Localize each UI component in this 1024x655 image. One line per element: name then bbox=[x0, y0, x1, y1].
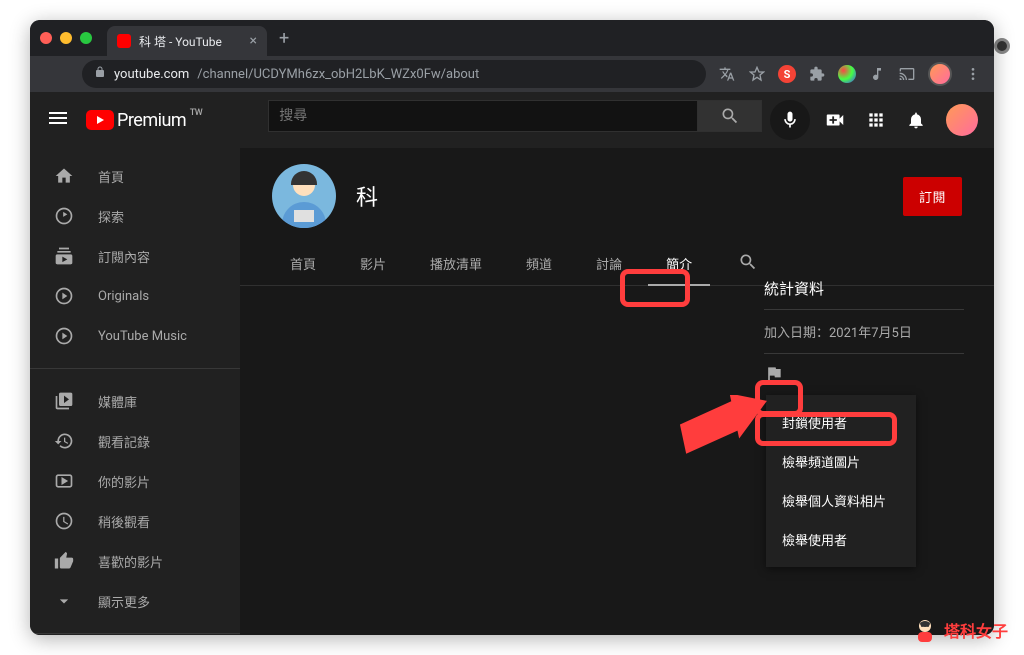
tab-discussion[interactable]: 討論 bbox=[578, 242, 640, 285]
youtube-play-icon bbox=[86, 110, 114, 130]
sidebar-item-library[interactable]: 媒體庫 bbox=[30, 381, 240, 421]
cast-icon[interactable] bbox=[898, 65, 916, 83]
channel-header: 科 訂閱 bbox=[240, 148, 994, 228]
apps-button[interactable] bbox=[866, 110, 886, 130]
youtube-logo[interactable]: Premium TW bbox=[86, 110, 186, 131]
window-controls bbox=[40, 32, 92, 44]
sidebar-item-label: YouTube Music bbox=[98, 329, 187, 344]
sidebar-item-home[interactable]: 首頁 bbox=[30, 156, 240, 196]
tab-close-button[interactable]: × bbox=[250, 33, 257, 49]
extension-puzzle-icon[interactable] bbox=[808, 65, 826, 83]
search-button[interactable] bbox=[698, 100, 762, 132]
window-close-button[interactable] bbox=[40, 32, 52, 44]
tab-home[interactable]: 首頁 bbox=[272, 242, 334, 285]
menu-report-channel-art[interactable]: 檢舉頻道圖片 bbox=[766, 442, 916, 481]
window-maximize-button[interactable] bbox=[80, 32, 92, 44]
stats-title: 統計資料 bbox=[764, 278, 964, 310]
browser-window: 科 塔 - YouTube × + youtube.com/channel/UC… bbox=[30, 20, 994, 635]
sidebar-item-your-videos[interactable]: 你的影片 bbox=[30, 461, 240, 501]
sidebar-item-label: 媒體庫 bbox=[98, 392, 137, 411]
create-button[interactable] bbox=[824, 109, 846, 131]
sidebar-item-label: 探索 bbox=[98, 207, 124, 226]
menu-report-user[interactable]: 檢舉使用者 bbox=[766, 520, 916, 559]
flag-button[interactable] bbox=[764, 354, 964, 398]
channel-content: 科 訂閱 首頁 影片 播放清單 頻道 討論 簡介 統計資料 加入日期：2021年… bbox=[240, 148, 994, 635]
tab-channels[interactable]: 頻道 bbox=[508, 242, 570, 285]
browser-profile-avatar[interactable] bbox=[928, 62, 952, 86]
sidebar-item-label: 你的影片 bbox=[98, 472, 150, 491]
tab-favicon bbox=[117, 34, 131, 48]
translate-icon[interactable] bbox=[718, 65, 736, 83]
flag-menu: 封鎖使用者 檢舉頻道圖片 檢舉個人資料相片 檢舉使用者 bbox=[766, 395, 916, 567]
sidebar-item-history[interactable]: 觀看記錄 bbox=[30, 421, 240, 461]
sidebar-item-label: 訂閱內容 bbox=[98, 247, 150, 266]
sidebar-item-show-more[interactable]: 顯示更多 bbox=[30, 581, 240, 621]
region-code: TW bbox=[190, 108, 202, 118]
watermark-icon bbox=[912, 617, 938, 643]
sidebar-item-label: Originals bbox=[98, 289, 149, 304]
menu-block-user[interactable]: 封鎖使用者 bbox=[766, 403, 916, 442]
browser-tab-bar: 科 塔 - YouTube × + bbox=[30, 20, 994, 56]
sidebar-item-label: 首頁 bbox=[98, 167, 124, 186]
channel-name: 科 bbox=[356, 180, 378, 212]
url-path: /channel/UCDYMh6zx_obH2LbK_WZx0Fw/about bbox=[197, 67, 479, 82]
channel-search-icon[interactable] bbox=[730, 244, 766, 284]
stats-join-date: 加入日期：2021年7月5日 bbox=[764, 310, 964, 354]
search-input[interactable] bbox=[268, 100, 698, 132]
browser-toolbar: youtube.com/channel/UCDYMh6zx_obH2LbK_WZ… bbox=[30, 56, 994, 92]
url-host: youtube.com bbox=[114, 67, 189, 82]
sidebar: 首頁 探索 訂閱內容 Originals YouTube Music 媒體庫 bbox=[30, 148, 240, 635]
new-tab-button[interactable]: + bbox=[279, 28, 289, 49]
voice-search-button[interactable] bbox=[770, 100, 810, 140]
notifications-button[interactable] bbox=[906, 110, 926, 130]
lock-icon bbox=[94, 66, 106, 82]
sidebar-item-label: 稍後觀看 bbox=[98, 512, 150, 531]
sidebar-item-explore[interactable]: 探索 bbox=[30, 196, 240, 236]
logo-text: Premium bbox=[117, 110, 186, 131]
sidebar-item-subscriptions[interactable]: 訂閱內容 bbox=[30, 236, 240, 276]
extension-color[interactable] bbox=[838, 65, 856, 83]
sidebar-item-music[interactable]: YouTube Music bbox=[30, 316, 240, 356]
watermark-text: 塔科女子 bbox=[944, 618, 1008, 642]
menu-report-profile-photo[interactable]: 檢舉個人資料相片 bbox=[766, 481, 916, 520]
sidebar-item-originals[interactable]: Originals bbox=[30, 276, 240, 316]
youtube-header: Premium TW bbox=[30, 92, 994, 148]
address-bar[interactable]: youtube.com/channel/UCDYMh6zx_obH2LbK_WZ… bbox=[82, 60, 706, 88]
browser-menu-icon[interactable] bbox=[964, 65, 982, 83]
tab-title: 科 塔 - YouTube bbox=[139, 33, 222, 50]
sidebar-item-label: 觀看記錄 bbox=[98, 432, 150, 451]
account-avatar[interactable] bbox=[946, 104, 978, 136]
star-icon[interactable] bbox=[748, 65, 766, 83]
window-minimize-button[interactable] bbox=[60, 32, 72, 44]
watermark: 塔科女子 bbox=[912, 617, 1008, 643]
sidebar-item-liked[interactable]: 喜歡的影片 bbox=[30, 541, 240, 581]
subscribe-button[interactable]: 訂閱 bbox=[903, 177, 962, 216]
extension-s[interactable]: S bbox=[778, 65, 796, 83]
tab-videos[interactable]: 影片 bbox=[342, 242, 404, 285]
channel-avatar[interactable] bbox=[272, 164, 336, 228]
tab-playlists[interactable]: 播放清單 bbox=[412, 242, 500, 285]
tab-about[interactable]: 簡介 bbox=[648, 242, 710, 285]
sidebar-item-watch-later[interactable]: 稍後觀看 bbox=[30, 501, 240, 541]
page-indicator bbox=[994, 38, 1010, 54]
sidebar-item-label: 喜歡的影片 bbox=[98, 552, 163, 571]
sidebar-item-label: 顯示更多 bbox=[98, 592, 150, 611]
browser-tab[interactable]: 科 塔 - YouTube × bbox=[107, 26, 267, 56]
guide-menu-button[interactable] bbox=[46, 106, 70, 134]
extension-music-icon[interactable] bbox=[868, 65, 886, 83]
stats-panel: 統計資料 加入日期：2021年7月5日 bbox=[764, 278, 964, 398]
